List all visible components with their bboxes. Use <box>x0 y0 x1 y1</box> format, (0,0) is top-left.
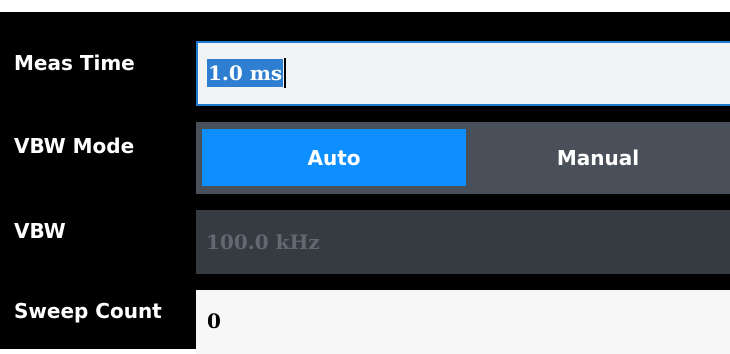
vbw-mode-label: VBW Mode <box>14 134 135 158</box>
vbw-label: VBW <box>14 219 66 243</box>
meas-time-input[interactable]: 1.0 ms <box>196 41 730 106</box>
settings-panel: Meas Time 1.0 ms VBW Mode Auto Manual VB… <box>0 12 730 354</box>
sweep-count-label: Sweep Count <box>14 299 162 323</box>
meas-time-value: 1.0 ms <box>207 59 284 87</box>
vbw-mode-manual-button[interactable]: Manual <box>466 129 730 186</box>
text-cursor <box>284 58 286 88</box>
sweep-count-input[interactable]: 0 <box>196 290 730 354</box>
meas-time-label: Meas Time <box>14 51 135 75</box>
vbw-mode-auto-button[interactable]: Auto <box>202 129 466 186</box>
vbw-mode-toggle: Auto Manual <box>196 122 730 194</box>
vbw-value: 100.0 kHz <box>206 230 320 254</box>
vbw-input: 100.0 kHz <box>196 210 730 274</box>
sweep-count-value: 0 <box>207 309 221 333</box>
